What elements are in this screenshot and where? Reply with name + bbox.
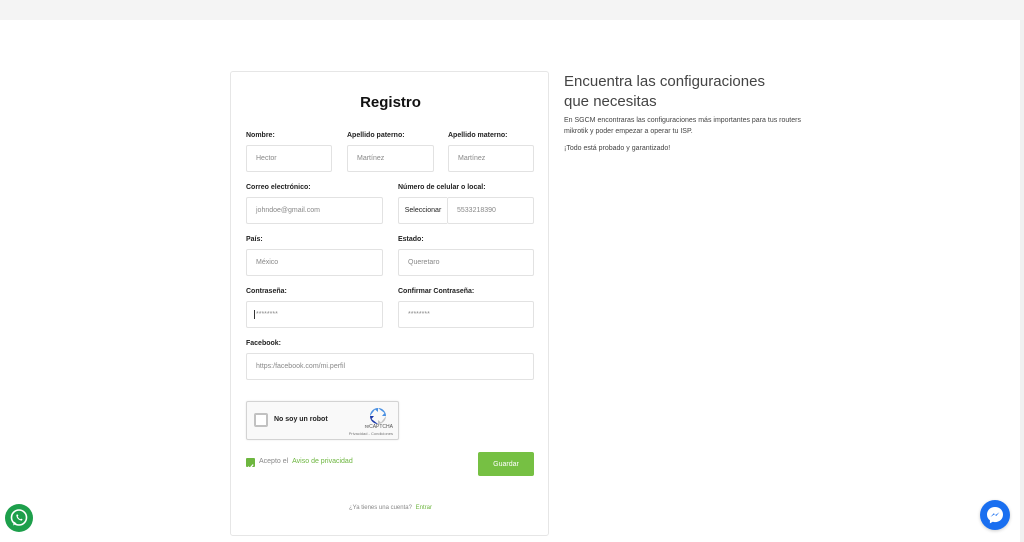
form-title: Registro bbox=[360, 94, 421, 111]
login-prompt: ¿Ya tienes una cuenta? Entrar bbox=[231, 505, 550, 511]
scrollbar-track[interactable] bbox=[1020, 20, 1024, 542]
privacy-notice-link[interactable]: Aviso de privacidad bbox=[292, 458, 353, 465]
celular-input[interactable]: 5533218390 bbox=[447, 197, 534, 224]
correo-input[interactable]: johndoe@gmail.com bbox=[246, 197, 383, 224]
side-note: ¡Todo está probado y garantizado! bbox=[564, 145, 671, 152]
messenger-button[interactable] bbox=[980, 500, 1010, 530]
celular-label: Número de celular o local: bbox=[398, 184, 486, 191]
recaptcha-terms-link[interactable]: Privacidad - Condiciones bbox=[341, 431, 393, 436]
checkmark-icon bbox=[247, 464, 254, 470]
correo-label: Correo electrónico: bbox=[246, 184, 311, 191]
apellido-paterno-label: Apellido paterno: bbox=[347, 132, 405, 139]
recaptcha-checkbox[interactable] bbox=[254, 413, 268, 427]
save-button[interactable]: Guardar bbox=[478, 452, 534, 476]
contrasena-label: Contraseña: bbox=[246, 288, 287, 295]
recaptcha-label: No soy un robot bbox=[274, 416, 328, 423]
facebook-input[interactable]: https:/facebook.com/mi.perfil bbox=[246, 353, 534, 380]
accept-privacy-text: Acepto el Aviso de privacidad bbox=[259, 458, 353, 465]
contrasena-placeholder: ******** bbox=[256, 311, 278, 318]
whatsapp-button[interactable] bbox=[5, 504, 33, 532]
accept-text: Acepto el bbox=[259, 458, 289, 465]
contrasena-input[interactable]: ******** bbox=[246, 301, 383, 328]
side-title: Encuentra las configuraciones que necesi… bbox=[564, 73, 765, 110]
text-cursor bbox=[254, 309, 255, 319]
recaptcha-widget: No soy un robot reCAPTCHA Privacidad - C… bbox=[246, 401, 399, 440]
apellido-materno-label: Apellido materno: bbox=[448, 132, 508, 139]
recaptcha-logo-icon bbox=[370, 408, 386, 424]
apellido-materno-input[interactable]: Martínez bbox=[448, 145, 534, 172]
confirmar-contrasena-input[interactable]: ******** bbox=[398, 301, 534, 328]
accept-privacy-checkbox[interactable] bbox=[246, 458, 255, 470]
nombre-input[interactable]: Hector bbox=[246, 145, 332, 172]
side-description: En SGCM encontraras las configuraciones … bbox=[564, 117, 801, 135]
country-code-select[interactable]: Seleccionar bbox=[398, 197, 447, 224]
pais-label: País: bbox=[246, 236, 263, 243]
estado-input[interactable]: Queretaro bbox=[398, 249, 534, 276]
confirmar-contrasena-label: Confirmar Contraseña: bbox=[398, 288, 475, 295]
messenger-icon bbox=[987, 507, 1003, 524]
apellido-paterno-input[interactable]: Martínez bbox=[347, 145, 434, 172]
pais-input[interactable]: México bbox=[246, 249, 383, 276]
login-link[interactable]: Entrar bbox=[416, 505, 432, 511]
estado-label: Estado: bbox=[398, 236, 424, 243]
top-bar bbox=[0, 0, 1024, 20]
facebook-label: Facebook: bbox=[246, 340, 282, 347]
registration-card: Registro Nombre: Apellido paterno: Apell… bbox=[230, 71, 549, 536]
whatsapp-icon bbox=[10, 509, 28, 526]
login-text: ¿Ya tienes una cuenta? bbox=[349, 505, 412, 511]
recaptcha-brand: reCAPTCHA bbox=[364, 424, 393, 430]
nombre-label: Nombre: bbox=[246, 132, 275, 139]
